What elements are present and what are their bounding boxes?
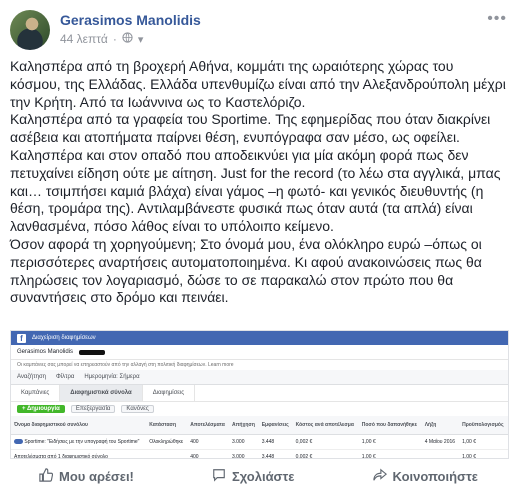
post-paragraph-4: Όσον αφορά τη χορηγούμενη; Στο όνομά μου… (10, 235, 482, 306)
ads-manager-topbar: f Διαχείριση διαφημίσεων (11, 331, 508, 345)
chevron-down-icon[interactable]: ▾ (138, 33, 144, 46)
table-cell: 3.000 (228, 449, 259, 458)
ad-sets-table: Όνομα διαφημιστικού συνόλου Κατάσταση Απ… (11, 416, 508, 458)
table-row: Αποτελέσματα από 1 διαφημιστικό σύνολο 4… (11, 449, 508, 458)
table-cell: 1,00 € (358, 434, 422, 450)
table-cell: 400 (187, 449, 229, 458)
info-bar: Οι καμπάνιες σας μπορεί να επηρεαστούν α… (11, 360, 508, 370)
table-cell: 0,002 € (292, 449, 359, 458)
table-cell: 3.000 (228, 434, 259, 450)
post-paragraph-3: Καλησπέρα και στον οπαδό που αποδεικνύει… (10, 146, 501, 235)
table-cell: 1,00 € (459, 449, 508, 458)
table-cell: 1,00 € (358, 449, 422, 458)
comment-label: Σχολιάστε (231, 468, 295, 484)
ads-manager-title: Διαχείριση διαφημίσεων (32, 335, 96, 341)
account-name: Gerasimos Manolidis (17, 349, 74, 355)
table-cell: 1,00 € (459, 434, 508, 450)
thumbs-up-icon (39, 467, 54, 485)
table-row: Sportime: "Ειδήσεις με την υπογραφή του … (11, 434, 508, 450)
post-paragraph-2: Καλησπέρα από τα γραφεία του Sportime. Τ… (10, 111, 491, 146)
table-cell: 3.448 (258, 449, 293, 458)
separator-dot: · (112, 32, 117, 46)
table-cell: Αποτελέσματα από 1 διαφημιστικό σύνολο (11, 449, 147, 458)
col-amount-spent: Ποσό που δαπανήθηκε (358, 416, 422, 435)
col-budget: Προϋπολογισμός (459, 416, 508, 435)
table-cell: 4 Μαΐου 2016 (421, 434, 460, 450)
table-cell: 0,002 € (292, 434, 359, 450)
table-cell: Sportime: "Ειδήσεις με την υπογραφή του … (11, 434, 147, 450)
share-label: Κοινοποιήστε (392, 468, 478, 484)
edit-button: Επεξεργασία (70, 405, 116, 413)
toggle-icon (14, 439, 23, 445)
col-cost-per-result: Κόστος ανά αποτέλεσμα (292, 416, 359, 435)
like-button[interactable]: Μου αρέσει! (39, 467, 134, 485)
account-bar: Gerasimos Manolidis (11, 345, 508, 360)
redacted-mark (79, 349, 106, 355)
attached-screenshot[interactable]: f Διαχείριση διαφημίσεων Gerasimos Manol… (10, 330, 509, 459)
table-header-row: Όνομα διαφημιστικού συνόλου Κατάσταση Απ… (11, 416, 508, 435)
table-cell: 3.448 (258, 434, 293, 450)
tab-ad-sets: Διαφημιστικά σύνολα (60, 385, 143, 401)
more-options-button[interactable]: ••• (487, 10, 507, 28)
ads-actions: + Δημιουργία Επεξεργασία Κανόνες (11, 401, 508, 416)
tab-ads: Διαφημίσεις (143, 385, 196, 401)
toolbar-date: Ημερομηνία: Σήμερα (84, 374, 140, 380)
post-header: Gerasimos Manolidis 44 λεπτά · ▾ ••• (10, 10, 507, 50)
col-end: Λήξη (421, 416, 460, 435)
facebook-logo-icon: f (17, 333, 26, 343)
comment-button[interactable]: Σχολιάστε (212, 468, 294, 485)
col-status: Κατάσταση (146, 416, 188, 435)
col-reach: Απήχηση (228, 416, 259, 435)
toolbar-search: Αναζήτηση (17, 374, 46, 380)
rules-button: Κανόνες (121, 405, 154, 413)
post-meta: 44 λεπτά · ▾ (60, 32, 143, 46)
share-button[interactable]: Κοινοποιήστε (372, 468, 478, 485)
col-results: Αποτελέσματα (187, 416, 229, 435)
post-actions: Μου αρέσει! Σχολιάστε Κοινοποιήστε (0, 466, 517, 486)
author-avatar[interactable] (10, 10, 50, 50)
table-cell: Ολοκληρώθηκε (146, 434, 188, 450)
table-cell (421, 449, 460, 458)
share-icon (372, 468, 387, 485)
ads-tabs: Καμπάνιες Διαφημιστικά σύνολα Διαφημίσει… (11, 385, 508, 401)
like-label: Μου αρέσει! (59, 468, 134, 484)
col-name: Όνομα διαφημιστικού συνόλου (11, 416, 147, 435)
create-button: + Δημιουργία (17, 405, 65, 413)
toolbar-filters: Φίλτρα (55, 374, 75, 380)
col-impressions: Εμφανίσεις (258, 416, 293, 435)
tab-campaigns: Καμπάνιες (11, 385, 61, 401)
post-body: Καλησπέρα από τη βροχερή Αθήνα, κομμάτι … (10, 58, 507, 307)
table-cell (146, 449, 188, 458)
globe-icon[interactable] (122, 32, 133, 46)
ads-toolbar: Αναζήτηση Φίλτρα Ημερομηνία: Σήμερα (11, 370, 508, 385)
comment-icon (212, 468, 226, 485)
post-paragraph-1: Καλησπέρα από τη βροχερή Αθήνα, κομμάτι … (10, 58, 506, 110)
author-name[interactable]: Gerasimos Manolidis (60, 12, 201, 28)
post-time[interactable]: 44 λεπτά (60, 32, 108, 46)
table-cell: 400 (187, 434, 229, 450)
facebook-post: Gerasimos Manolidis 44 λεπτά · ▾ ••• Καλ… (0, 0, 517, 486)
